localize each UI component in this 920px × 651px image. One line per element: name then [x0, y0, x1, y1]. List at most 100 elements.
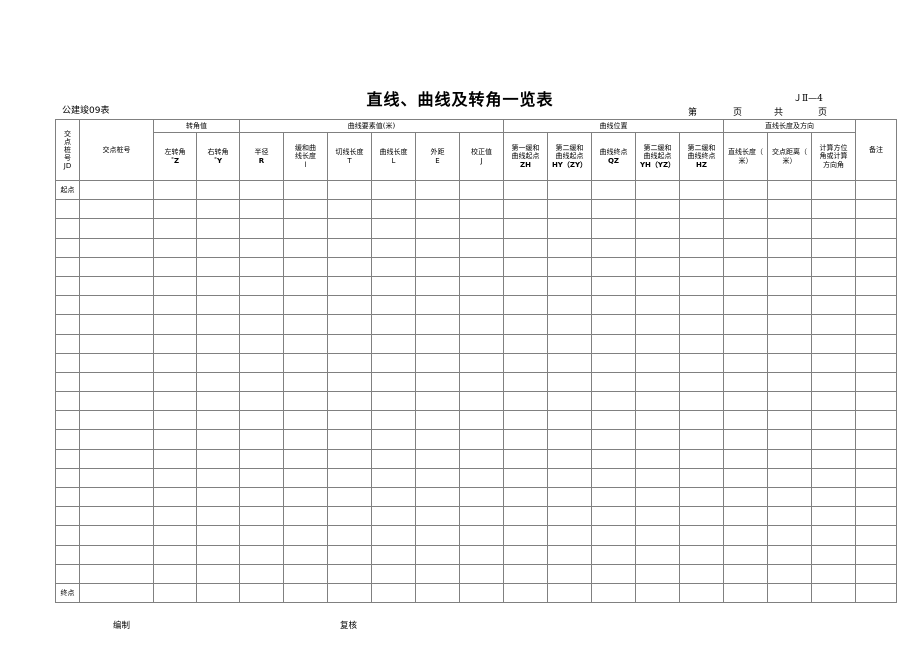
data-cell[interactable]	[415, 429, 460, 450]
data-cell[interactable]	[767, 525, 813, 546]
data-cell[interactable]	[855, 295, 898, 316]
data-cell[interactable]	[723, 525, 769, 546]
data-cell[interactable]	[239, 563, 284, 584]
data-cell[interactable]	[723, 218, 769, 239]
data-cell[interactable]	[855, 199, 898, 220]
data-cell[interactable]	[591, 256, 636, 277]
data-cell[interactable]	[239, 199, 284, 220]
data-cell[interactable]	[327, 410, 372, 431]
data-cell[interactable]	[678, 506, 725, 527]
data-cell[interactable]	[371, 391, 416, 412]
data-cell[interactable]	[459, 582, 504, 604]
data-cell[interactable]	[459, 314, 504, 335]
data-cell[interactable]	[855, 371, 898, 393]
data-cell[interactable]	[591, 199, 636, 220]
row-label-cell[interactable]	[55, 275, 80, 297]
data-cell[interactable]	[503, 179, 548, 201]
data-cell[interactable]	[196, 410, 240, 431]
data-cell[interactable]	[459, 410, 504, 431]
data-cell[interactable]	[283, 218, 328, 239]
data-cell[interactable]	[371, 410, 416, 431]
data-cell[interactable]	[811, 314, 857, 335]
data-cell[interactable]	[371, 582, 416, 604]
data-cell[interactable]	[327, 448, 372, 469]
data-cell[interactable]	[239, 256, 284, 277]
data-cell[interactable]	[459, 448, 504, 469]
data-cell[interactable]	[591, 391, 636, 412]
data-cell[interactable]	[855, 410, 898, 431]
data-cell[interactable]	[635, 333, 680, 354]
data-cell[interactable]	[811, 237, 857, 258]
data-cell[interactable]	[459, 391, 504, 412]
data-cell[interactable]	[723, 371, 769, 393]
row-label-cell[interactable]	[55, 563, 80, 584]
table-row[interactable]	[55, 237, 898, 258]
table-row[interactable]	[55, 391, 898, 412]
data-cell[interactable]	[591, 275, 636, 297]
data-cell[interactable]	[547, 199, 592, 220]
data-cell[interactable]	[678, 352, 725, 373]
data-cell[interactable]	[79, 256, 154, 277]
data-cell[interactable]	[811, 410, 857, 431]
data-cell[interactable]	[153, 295, 197, 316]
data-cell[interactable]	[283, 391, 328, 412]
row-label-cell[interactable]	[55, 256, 80, 277]
data-cell[interactable]	[678, 448, 725, 469]
data-cell[interactable]	[635, 275, 680, 297]
data-cell[interactable]	[415, 582, 460, 604]
data-cell[interactable]	[153, 410, 197, 431]
data-cell[interactable]	[767, 429, 813, 450]
data-cell[interactable]	[283, 582, 328, 604]
table-row[interactable]	[55, 486, 898, 508]
data-cell[interactable]	[547, 179, 592, 201]
data-cell[interactable]	[415, 218, 460, 239]
data-cell[interactable]	[283, 256, 328, 277]
data-cell[interactable]	[547, 410, 592, 431]
data-cell[interactable]	[678, 371, 725, 393]
data-cell[interactable]	[153, 218, 197, 239]
data-cell[interactable]	[327, 486, 372, 508]
data-cell[interactable]	[371, 237, 416, 258]
data-cell[interactable]	[591, 429, 636, 450]
data-cell[interactable]	[678, 525, 725, 546]
data-cell[interactable]	[459, 333, 504, 354]
data-cell[interactable]	[678, 467, 725, 489]
data-cell[interactable]	[591, 352, 636, 373]
data-cell[interactable]	[371, 371, 416, 393]
data-cell[interactable]	[196, 544, 240, 565]
data-cell[interactable]	[767, 486, 813, 508]
data-cell[interactable]	[79, 410, 154, 431]
data-cell[interactable]	[767, 314, 813, 335]
data-cell[interactable]	[678, 429, 725, 450]
data-cell[interactable]	[723, 582, 769, 604]
data-cell[interactable]	[855, 486, 898, 508]
data-cell[interactable]	[547, 582, 592, 604]
data-cell[interactable]	[196, 525, 240, 546]
data-cell[interactable]	[855, 352, 898, 373]
data-cell[interactable]	[547, 371, 592, 393]
data-cell[interactable]	[503, 256, 548, 277]
data-cell[interactable]	[678, 582, 725, 604]
data-cell[interactable]	[503, 371, 548, 393]
data-cell[interactable]	[327, 295, 372, 316]
data-cell[interactable]	[371, 256, 416, 277]
data-cell[interactable]	[767, 582, 813, 604]
data-cell[interactable]	[811, 333, 857, 354]
data-cell[interactable]	[239, 467, 284, 489]
data-cell[interactable]	[635, 544, 680, 565]
data-cell[interactable]	[283, 506, 328, 527]
data-cell[interactable]	[635, 429, 680, 450]
data-cell[interactable]	[547, 295, 592, 316]
data-cell[interactable]	[855, 506, 898, 527]
data-cell[interactable]	[459, 295, 504, 316]
data-cell[interactable]	[503, 237, 548, 258]
data-cell[interactable]	[153, 582, 197, 604]
data-cell[interactable]	[79, 391, 154, 412]
data-cell[interactable]	[635, 199, 680, 220]
data-cell[interactable]	[635, 486, 680, 508]
data-cell[interactable]	[635, 256, 680, 277]
data-cell[interactable]	[503, 525, 548, 546]
data-cell[interactable]	[239, 295, 284, 316]
data-cell[interactable]	[723, 467, 769, 489]
table-row[interactable]	[55, 448, 898, 469]
